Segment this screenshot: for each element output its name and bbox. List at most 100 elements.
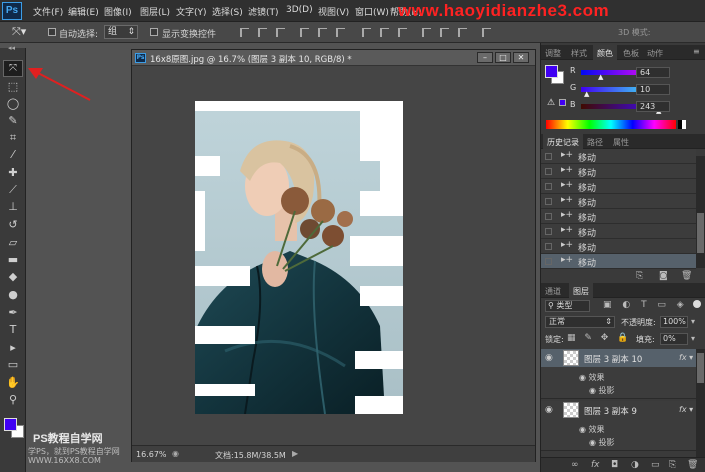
menu-select[interactable]: 选择(S) — [212, 5, 243, 18]
show-transform-checkbox[interactable] — [150, 28, 158, 36]
lock-icons[interactable]: ▦ ✎ ✥ 🔒 — [567, 333, 631, 343]
history-checkbox[interactable] — [545, 168, 552, 175]
tab-color[interactable]: 颜色 — [593, 45, 617, 61]
layer-name[interactable]: 图层 3 副本 10 — [584, 353, 642, 365]
panel-menu-icon[interactable]: ≡ — [693, 47, 700, 56]
tab-styles[interactable]: 样式 — [571, 48, 587, 59]
blend-mode-dropdown[interactable]: 正常 ⇕ — [545, 316, 615, 328]
spectrum-white[interactable] — [682, 120, 686, 129]
auto-align-icon[interactable] — [482, 28, 491, 37]
layer-bar[interactable]: ◉ 图层 3 副本 9 fx ▾ — [541, 401, 696, 419]
menu-window[interactable]: 窗口(W) — [355, 5, 389, 18]
tab-paths[interactable]: 路径 — [587, 137, 603, 148]
opacity-arrow-icon[interactable]: ▾ — [691, 317, 695, 326]
channel-r-value[interactable]: 64 — [636, 67, 670, 78]
zoom-level[interactable]: 16.67% — [136, 450, 167, 459]
collapse-icon[interactable]: ◂◂ — [8, 44, 15, 52]
marquee-tool-icon[interactable]: ⬚ — [5, 80, 21, 94]
layer-row-selected[interactable]: ◉ 图层 3 副本 10 fx ▾ ◉ 效果 ◉ 投影 — [541, 349, 696, 399]
history-item[interactable]: ▸+ 移动 — [541, 149, 696, 164]
channel-g-value[interactable]: 10 — [636, 84, 670, 95]
type-tool-icon[interactable]: T — [5, 323, 21, 337]
eraser-tool-icon[interactable]: ▱ — [5, 236, 21, 250]
align-hcenter-icon[interactable] — [318, 28, 327, 37]
minimize-button[interactable]: – — [477, 52, 493, 63]
tab-swatches[interactable]: 色板 — [623, 48, 639, 59]
eyedropper-tool-icon[interactable]: ⁄ — [5, 148, 21, 162]
snapshot-icon[interactable]: ◙ — [659, 271, 668, 281]
menu-type[interactable]: 文字(Y) — [176, 5, 207, 18]
add-mask-icon[interactable]: ◘ — [611, 460, 618, 470]
status-menu-icon[interactable]: ◉ — [172, 449, 179, 458]
history-checkbox[interactable] — [545, 198, 552, 205]
delete-layer-icon[interactable]: 🗑 — [687, 460, 698, 470]
history-checkbox[interactable] — [545, 183, 552, 190]
history-checkbox[interactable] — [545, 213, 552, 220]
layer-thumbnail[interactable] — [563, 402, 579, 418]
distribute-right-icon[interactable] — [458, 28, 467, 37]
tab-actions[interactable]: 动作 — [647, 48, 663, 59]
history-item[interactable]: ▸+ 移动 — [541, 179, 696, 194]
rectangle-tool-icon[interactable]: ▭ — [5, 358, 21, 372]
channel-b-value[interactable]: 243 — [636, 101, 670, 112]
layer-bar[interactable]: ◉ 图层 3 副本 10 fx ▾ — [541, 349, 696, 367]
dodge-tool-icon[interactable]: ● — [5, 288, 21, 302]
history-item[interactable]: ▸+ 移动 — [541, 164, 696, 179]
distribute-left-icon[interactable] — [422, 28, 431, 37]
gradient-tool-icon[interactable]: ▬ — [5, 253, 21, 267]
status-arrow-icon[interactable]: ▶ — [292, 449, 298, 458]
history-scroll-thumb[interactable] — [697, 213, 704, 253]
layer-thumbnail[interactable] — [563, 350, 579, 366]
layers-scroll-thumb[interactable] — [697, 353, 704, 383]
distribute-hcenter-icon[interactable] — [440, 28, 449, 37]
menu-layer[interactable]: 图层(L) — [140, 5, 170, 18]
auto-select-dropdown[interactable]: 组 ⇕ — [104, 25, 138, 39]
foreground-color-swatch[interactable] — [4, 418, 17, 431]
document-tab[interactable]: Ps 16x8原图.jpg @ 16.7% (图层 3 副本 10, RGB/8… — [132, 50, 535, 66]
visibility-eye-icon[interactable]: ◉ — [545, 405, 553, 415]
layer-name[interactable]: 图层 3 副本 9 — [584, 405, 637, 417]
align-top-icon[interactable] — [240, 28, 249, 37]
tab-properties[interactable]: 属性 — [613, 137, 629, 148]
blur-tool-icon[interactable]: ◆ — [5, 270, 21, 284]
color-fg-swatch[interactable] — [545, 65, 558, 78]
history-checkbox[interactable] — [545, 243, 552, 250]
align-right-icon[interactable] — [336, 28, 345, 37]
menu-edit[interactable]: 编辑(E) — [68, 5, 99, 18]
fx-icon[interactable]: fx ▾ — [679, 405, 693, 414]
distribute-bottom-icon[interactable] — [398, 28, 407, 37]
new-document-from-state-icon[interactable]: ⎘ — [636, 271, 643, 281]
opacity-input[interactable]: 100% — [660, 316, 688, 328]
history-item[interactable]: ▸+ 移动 — [541, 224, 696, 239]
clone-stamp-tool-icon[interactable]: ⊥ — [5, 200, 21, 214]
move-tool-preset-icon[interactable]: ⤧▾ — [12, 25, 26, 39]
brush-tool-icon[interactable]: ⟋ — [5, 183, 21, 197]
layer-filter-dropdown[interactable]: ⚲ 类型 — [545, 300, 590, 312]
menu-view[interactable]: 视图(V) — [318, 5, 349, 18]
fill-arrow-icon[interactable]: ▾ — [691, 334, 695, 343]
filter-toggle-icon[interactable] — [693, 300, 701, 308]
zoom-tool-icon[interactable]: ⚲ — [5, 393, 21, 407]
tab-history[interactable]: 历史记录 — [543, 134, 583, 150]
color-spectrum[interactable] — [546, 120, 676, 129]
healing-brush-tool-icon[interactable]: ✚ — [5, 166, 21, 180]
visibility-eye-icon[interactable]: ◉ — [545, 353, 553, 363]
menu-3d[interactable]: 3D(D) — [286, 5, 313, 15]
history-item[interactable]: ▸+ 移动 — [541, 194, 696, 209]
distribute-vcenter-icon[interactable] — [380, 28, 389, 37]
path-select-tool-icon[interactable]: ▸ — [5, 341, 21, 355]
menu-file[interactable]: 文件(F) — [33, 5, 63, 18]
quick-select-tool-icon[interactable]: ✎ — [5, 114, 21, 128]
move-tool-icon[interactable]: ⤧ — [3, 60, 23, 77]
lasso-tool-icon[interactable]: ◯ — [5, 97, 21, 111]
history-item[interactable]: ▸+ 移动 — [541, 209, 696, 224]
adjustment-layer-icon[interactable]: ◑ — [631, 460, 639, 470]
filter-icons[interactable]: ▣ ◐ T ▭ ◈ — [603, 300, 688, 310]
history-checkbox[interactable] — [545, 228, 552, 235]
g-thumb-icon[interactable]: ▲ — [584, 90, 589, 98]
history-checkbox[interactable] — [545, 153, 552, 160]
maximize-button[interactable]: □ — [495, 52, 511, 63]
new-group-icon[interactable]: ▭ — [651, 460, 660, 470]
new-layer-icon[interactable]: ⎘ — [669, 460, 676, 470]
align-left-icon[interactable] — [300, 28, 309, 37]
